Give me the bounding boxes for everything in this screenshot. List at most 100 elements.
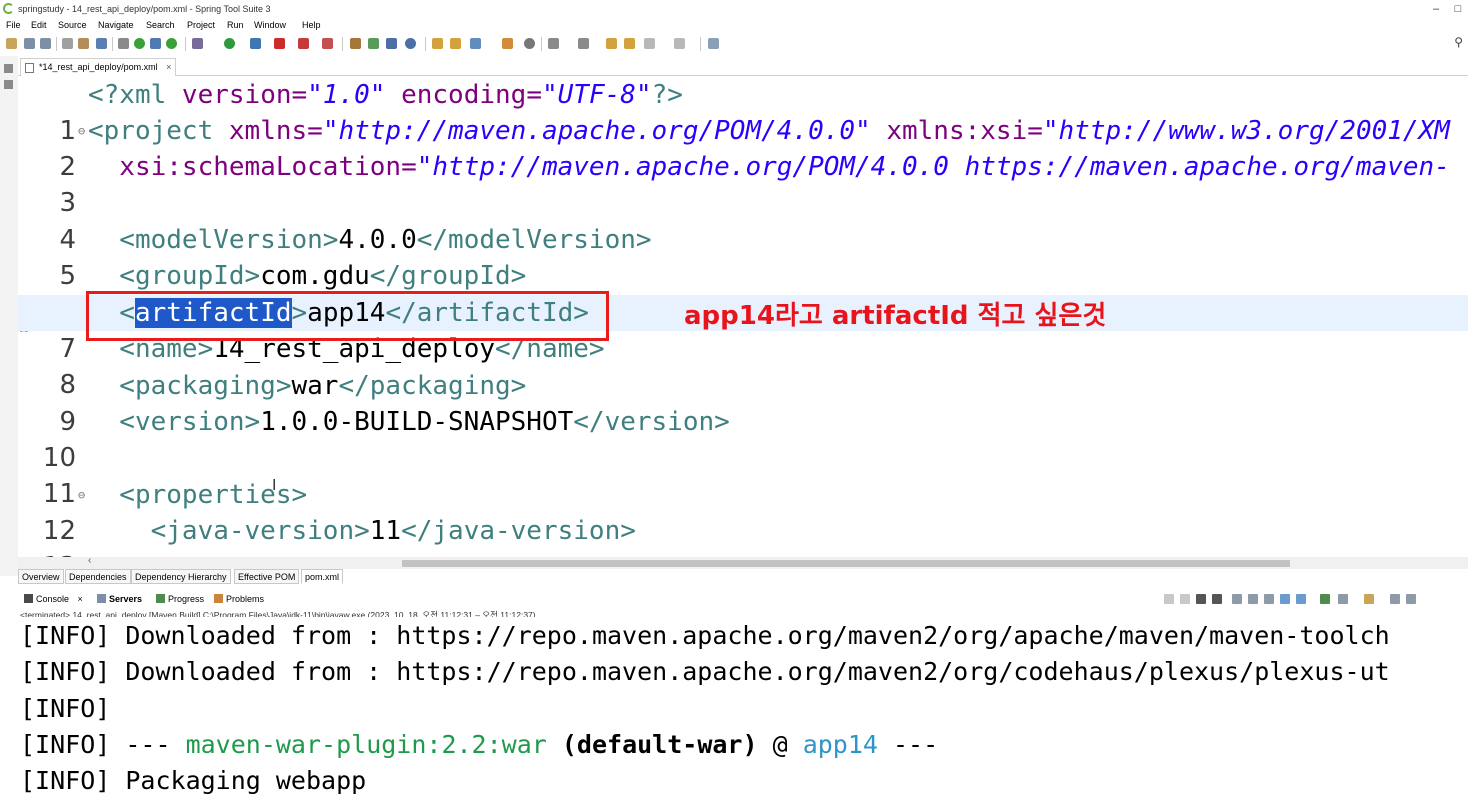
terminate-icon[interactable] <box>298 38 309 49</box>
terminate-console-icon[interactable] <box>1164 594 1174 604</box>
menu-navigate[interactable]: Navigate <box>98 17 134 33</box>
tab-servers[interactable]: Servers <box>97 593 142 605</box>
pin-editor-icon[interactable] <box>708 38 719 49</box>
back-icon[interactable] <box>624 38 635 49</box>
console-line: [INFO] Downloaded from : https://repo.ma… <box>20 621 1390 650</box>
show-on-stderr-icon[interactable] <box>1296 594 1306 604</box>
maximize-view-icon[interactable] <box>1406 594 1416 604</box>
save-all-icon[interactable] <box>40 38 51 49</box>
next-annotation-icon[interactable] <box>578 38 589 49</box>
code-line: 5 <modelVersion>4.0.0</modelVersion> <box>18 222 1468 291</box>
restore-icon[interactable] <box>4 64 13 73</box>
clear-console-icon[interactable] <box>1232 594 1242 604</box>
tab-progress[interactable]: Progress <box>156 593 204 605</box>
open-type-icon[interactable] <box>78 38 89 49</box>
open-perspective-icon[interactable] <box>405 38 416 49</box>
editor-tab-label: *14_rest_api_deploy/pom.xml <box>39 62 158 72</box>
menu-project[interactable]: Project <box>187 17 215 33</box>
new-icon[interactable] <box>6 38 17 49</box>
title-bar: springstudy - 14_rest_api_deploy/pom.xml… <box>0 0 1468 18</box>
refresh-icon[interactable] <box>150 38 161 49</box>
tab-console[interactable]: Console × <box>24 593 83 605</box>
debug-icon[interactable] <box>192 38 203 49</box>
fold-icon[interactable]: ⊖ <box>78 477 85 513</box>
menu-run[interactable]: Run <box>227 17 244 33</box>
maximize-button[interactable]: □ <box>1448 0 1468 18</box>
line-number: 13 <box>18 549 76 557</box>
menu-window[interactable]: Window <box>254 17 286 33</box>
spring-icon[interactable] <box>166 38 177 49</box>
skip-breakpoints-icon[interactable] <box>118 38 129 49</box>
word-wrap-icon[interactable] <box>1264 594 1274 604</box>
new-java-project-icon[interactable] <box>350 38 361 49</box>
tab-problems[interactable]: Problems <box>214 593 264 605</box>
task-icon[interactable] <box>502 38 513 49</box>
horizontal-scrollbar[interactable]: ‹ <box>18 555 1468 569</box>
tab-dependencies[interactable]: Dependencies <box>65 569 131 584</box>
console-line: [INFO] Packaging webapp <box>20 766 367 795</box>
search-icon[interactable]: ⚲ <box>1454 35 1463 49</box>
search-tool-icon[interactable] <box>470 38 481 49</box>
pin-console-icon[interactable] <box>1320 594 1330 604</box>
open-folder-icon[interactable] <box>432 38 443 49</box>
menu-help[interactable]: Help <box>302 17 321 33</box>
code-line: 12 ⊖ <properties> <box>18 477 1468 546</box>
minimize-view-icon[interactable] <box>1390 594 1400 604</box>
spring-boot-dashboard-icon[interactable] <box>134 38 145 49</box>
progress-icon <box>156 594 165 603</box>
open-file-icon[interactable] <box>450 38 461 49</box>
remove-all-icon[interactable] <box>1212 594 1222 604</box>
last-edit-icon[interactable] <box>606 38 617 49</box>
package-explorer-icon[interactable] <box>4 80 13 89</box>
forward-icon[interactable] <box>644 38 655 49</box>
new-class-icon[interactable] <box>386 38 397 49</box>
toolbar-separator <box>56 37 57 51</box>
tab-overview[interactable]: Overview <box>18 569 64 584</box>
scroll-lock-icon[interactable] <box>1248 594 1258 604</box>
menu-file[interactable]: File <box>6 17 21 33</box>
left-trim-bar <box>0 56 18 576</box>
menu-search[interactable]: Search <box>146 17 175 33</box>
main-toolbar: ⚲ <box>0 34 1468 54</box>
editor-tab-bar: *14_rest_api_deploy/pom.xml × <box>18 56 1468 76</box>
run-icon[interactable] <box>224 38 235 49</box>
code-line: 11 <box>18 440 1468 509</box>
remove-launch-icon[interactable] <box>1196 594 1206 604</box>
code-line: 13 <java-version>11</java-version> <box>18 513 1468 557</box>
minimize-button[interactable]: – <box>1426 0 1446 18</box>
close-icon[interactable]: × <box>166 62 171 72</box>
display-console-icon[interactable] <box>1338 594 1348 604</box>
coverage-icon[interactable] <box>250 38 261 49</box>
tab-dependency-hierarchy[interactable]: Dependency Hierarchy <box>131 569 231 584</box>
console-line: [INFO] <box>20 694 111 723</box>
terminal-icon[interactable] <box>96 38 107 49</box>
red-highlight-box <box>86 291 609 341</box>
spring-tool-suite-icon <box>3 3 14 14</box>
stop-console-icon[interactable] <box>1180 594 1190 604</box>
xml-editor[interactable]: 1 <?xml version="1.0" encoding="UTF-8"?>… <box>18 77 1468 557</box>
tab-effective-pom[interactable]: Effective POM <box>234 569 300 584</box>
new-package-icon[interactable] <box>368 38 379 49</box>
scrollbar-thumb[interactable] <box>402 560 1290 567</box>
fold-icon[interactable]: ⊖ <box>78 113 85 149</box>
toolbar-separator <box>342 37 343 51</box>
console-toolbar <box>1164 592 1464 606</box>
external-tools-icon[interactable] <box>322 38 333 49</box>
globe-icon[interactable] <box>524 38 535 49</box>
menu-edit[interactable]: Edit <box>31 17 47 33</box>
close-icon[interactable]: × <box>78 594 83 604</box>
scroll-left-icon[interactable]: ‹ <box>88 555 91 566</box>
editor-tab-pom[interactable]: *14_rest_api_deploy/pom.xml × <box>20 58 177 76</box>
menu-source[interactable]: Source <box>58 17 87 33</box>
console-output[interactable]: [INFO] Downloaded from : https://repo.ma… <box>0 617 1468 804</box>
forward-history-icon[interactable] <box>674 38 685 49</box>
code-line: 3 xsi:schemaLocation="http://maven.apach… <box>18 149 1468 218</box>
annotation-icon[interactable] <box>548 38 559 49</box>
open-console-icon[interactable] <box>1364 594 1374 604</box>
print-icon[interactable] <box>62 38 73 49</box>
show-on-stdout-icon[interactable] <box>1280 594 1290 604</box>
toolbar-separator <box>700 37 701 51</box>
save-icon[interactable] <box>24 38 35 49</box>
stop-icon[interactable] <box>274 38 285 49</box>
tab-pom-xml[interactable]: pom.xml <box>301 569 344 584</box>
